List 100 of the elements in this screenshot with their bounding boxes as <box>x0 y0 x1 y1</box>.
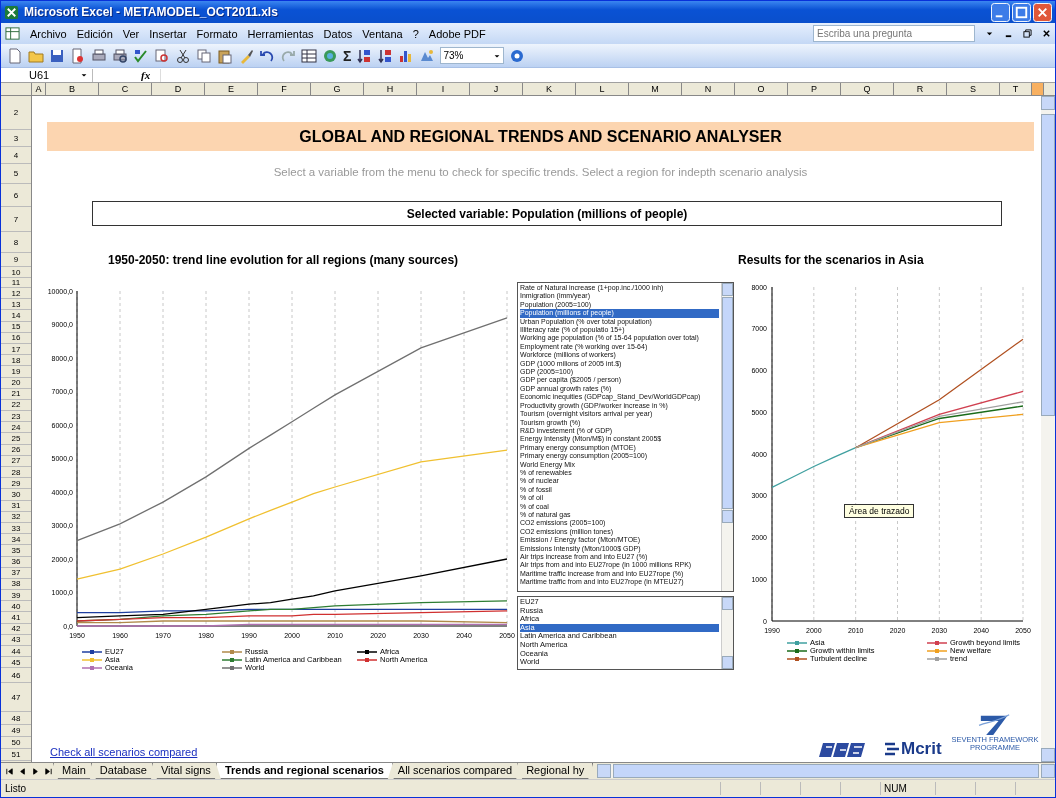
row-header[interactable]: 14 <box>1 310 31 322</box>
row-header[interactable]: 27 <box>1 455 31 467</box>
row-header[interactable]: 15 <box>1 321 31 333</box>
row-header[interactable]: 10 <box>1 267 31 278</box>
row-header[interactable]: 43 <box>1 634 31 646</box>
caret-icon[interactable] <box>80 71 88 79</box>
row-header[interactable]: 17 <box>1 343 31 356</box>
menu-item[interactable]: Datos <box>323 27 353 40</box>
column-header[interactable]: L <box>576 83 629 95</box>
row-header[interactable]: 4 <box>1 147 31 164</box>
previous-sheet-icon[interactable] <box>18 766 27 776</box>
column-header[interactable]: E <box>205 83 258 95</box>
menu-item[interactable]: Archivo <box>30 27 67 40</box>
copy-icon[interactable] <box>196 47 212 64</box>
row-header[interactable]: 38 <box>1 578 31 591</box>
research-icon[interactable] <box>154 47 170 64</box>
scissors-icon[interactable] <box>175 47 191 64</box>
column-header[interactable]: A <box>32 83 46 95</box>
zoom-dropdown[interactable]: 73% <box>440 47 505 64</box>
column-header[interactable]: J <box>470 83 523 95</box>
list-scrollbar[interactable] <box>721 283 733 591</box>
row-header[interactable]: 46 <box>1 668 31 684</box>
column-header[interactable]: D <box>152 83 205 95</box>
globe-icon[interactable] <box>322 47 338 64</box>
sort-descending-icon[interactable] <box>377 47 394 64</box>
row-header[interactable]: 6 <box>1 184 31 207</box>
menu-item[interactable]: ? <box>412 27 419 40</box>
row-header[interactable]: 18 <box>1 355 31 367</box>
print-icon[interactable] <box>91 47 107 64</box>
row-header[interactable]: 37 <box>1 567 31 579</box>
row-header[interactable]: 13 <box>1 299 31 311</box>
row-header[interactable]: 40 <box>1 601 31 613</box>
column-header[interactable]: C <box>99 83 152 95</box>
menu-item[interactable]: Edición <box>76 27 113 40</box>
column-header[interactable]: P <box>788 83 841 95</box>
row-header[interactable]: 3 <box>1 130 31 147</box>
row-header[interactable]: 33 <box>1 522 31 535</box>
row-header[interactable]: 19 <box>1 366 31 378</box>
paste-icon[interactable] <box>217 47 233 64</box>
sheet-tab[interactable]: Regional hy <box>517 763 594 779</box>
horizontal-scrollbar[interactable] <box>597 764 1055 778</box>
row-header[interactable]: 36 <box>1 556 31 568</box>
column-header[interactable]: S <box>947 83 1000 95</box>
row-header[interactable]: 34 <box>1 534 31 546</box>
menu-item[interactable]: Formato <box>196 27 238 40</box>
help-search-field[interactable]: Escriba una pregunta <box>813 25 975 42</box>
row-header[interactable]: 39 <box>1 590 31 602</box>
close-icon[interactable] <box>1042 29 1051 38</box>
sort-ascending-icon[interactable] <box>356 47 373 64</box>
row-header[interactable]: 5 <box>1 164 31 184</box>
last-sheet-icon[interactable] <box>44 766 53 776</box>
row-header[interactable]: 24 <box>1 422 31 434</box>
row-header[interactable]: 29 <box>1 478 31 490</box>
column-header[interactable]: Q <box>841 83 894 95</box>
row-header[interactable]: 44 <box>1 646 31 658</box>
help-icon[interactable] <box>509 47 526 64</box>
new-document-icon[interactable] <box>7 47 23 64</box>
next-sheet-icon[interactable] <box>31 766 40 776</box>
column-header[interactable]: O <box>735 83 788 95</box>
restore-icon[interactable] <box>1023 29 1032 38</box>
menu-item[interactable]: Adobe PDF <box>428 27 486 40</box>
table-link-icon[interactable] <box>301 47 317 64</box>
row-header[interactable]: 28 <box>1 467 31 479</box>
menu-item[interactable]: Herramientas <box>247 27 314 40</box>
row-header[interactable]: 9 <box>1 253 31 267</box>
row-header[interactable]: 48 <box>1 712 31 726</box>
row-header[interactable]: 26 <box>1 444 31 456</box>
column-header[interactable]: N <box>682 83 735 95</box>
row-header[interactable]: 42 <box>1 623 31 635</box>
column-header[interactable]: H <box>364 83 417 95</box>
row-header[interactable]: 47 <box>1 683 31 713</box>
column-header[interactable]: R <box>894 83 947 95</box>
row-header[interactable]: 32 <box>1 511 31 523</box>
drawing-icon[interactable] <box>419 47 436 64</box>
menu-item[interactable]: Insertar <box>149 27 187 40</box>
row-header[interactable]: 11 <box>1 278 31 288</box>
autosum-button[interactable]: Σ <box>343 47 352 64</box>
row-header[interactable]: 2 <box>1 96 31 130</box>
column-header[interactable]: M <box>629 83 682 95</box>
row-header[interactable]: 8 <box>1 232 31 253</box>
column-header[interactable]: K <box>523 83 576 95</box>
column-header[interactable]: I <box>417 83 470 95</box>
row-header[interactable]: 20 <box>1 377 31 389</box>
row-header[interactable]: 51 <box>1 749 31 762</box>
row-header[interactable]: 23 <box>1 411 31 423</box>
column-header[interactable]: G <box>311 83 364 95</box>
column-header[interactable]: B <box>46 83 99 95</box>
first-sheet-icon[interactable] <box>5 766 14 776</box>
menu-item[interactable]: Ver <box>122 27 140 40</box>
name-box[interactable]: U61 <box>1 68 93 82</box>
list-scrollbar[interactable] <box>721 597 733 669</box>
row-header[interactable]: 31 <box>1 500 31 512</box>
sheet-tab[interactable]: Trends and regional scenarios <box>215 763 393 779</box>
workbook-icon[interactable] <box>5 26 20 41</box>
row-header[interactable]: 50 <box>1 737 31 750</box>
row-header[interactable]: 49 <box>1 725 31 738</box>
row-header[interactable]: 30 <box>1 489 31 501</box>
row-header[interactable]: 7 <box>1 207 31 232</box>
row-header[interactable]: 35 <box>1 545 31 557</box>
row-header[interactable]: 41 <box>1 612 31 624</box>
